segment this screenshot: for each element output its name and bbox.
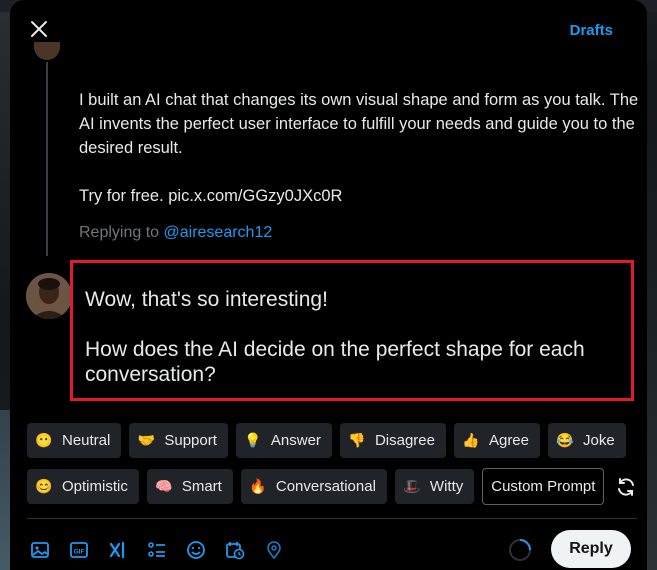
reply-modal: Drafts I built an AI chat that changes i… bbox=[10, 0, 647, 570]
close-button[interactable] bbox=[24, 14, 54, 44]
close-icon bbox=[31, 21, 47, 37]
tone-chip-label: Answer bbox=[270, 432, 321, 449]
tone-chip-label: Neutral bbox=[62, 432, 111, 449]
poll-icon bbox=[148, 542, 165, 557]
emoji-button[interactable] bbox=[184, 538, 208, 562]
tone-chip-answer[interactable]: 💡 Answer bbox=[235, 423, 332, 458]
tone-chip-witty[interactable]: 🎩 Witty bbox=[394, 469, 475, 504]
location-icon bbox=[267, 541, 281, 560]
tone-chip-agree[interactable]: 👍 Agree bbox=[453, 423, 540, 458]
neutral-emoji-icon: 😶 bbox=[35, 432, 53, 448]
tone-chip-label: Support bbox=[164, 432, 217, 449]
reply-line-1: Wow, that's so interesting! bbox=[85, 288, 328, 311]
conversational-emoji-icon: 🔥 bbox=[249, 478, 267, 494]
agree-emoji-icon: 👍 bbox=[462, 432, 480, 448]
tone-chip-label: Disagree bbox=[374, 432, 435, 449]
witty-emoji-icon: 🎩 bbox=[403, 478, 421, 494]
tweet-paragraph: I built an AI chat that changes its own … bbox=[79, 91, 639, 157]
reply-line-2: How does the AI decide on the perfect sh… bbox=[85, 338, 585, 386]
tone-chip-joke[interactable]: 😂 Joke bbox=[548, 423, 626, 458]
schedule-button[interactable] bbox=[223, 538, 247, 562]
optimistic-emoji-icon: 😊 bbox=[35, 478, 53, 494]
tone-chip-optimistic[interactable]: 😊 Optimistic bbox=[27, 469, 139, 504]
loading-spinner-icon bbox=[509, 539, 531, 561]
reply-compose-area[interactable]: Wow, that's so interesting! How does the… bbox=[70, 260, 634, 401]
tone-chip-disagree[interactable]: 👎 Disagree bbox=[339, 423, 446, 458]
replying-to-label: Replying to bbox=[79, 224, 164, 241]
grok-icon bbox=[109, 541, 125, 559]
chip-row-1: 😶 Neutral 🤝 Support 💡 Answer 👎 Disagree 👍 Agree 😂 J… bbox=[27, 423, 637, 458]
reply-text: Wow, that's so interesting! How does the… bbox=[85, 287, 625, 387]
answer-emoji-icon: 💡 bbox=[244, 432, 262, 448]
user-avatar[interactable] bbox=[26, 273, 72, 319]
tone-chip-label: Agree bbox=[488, 432, 529, 449]
thread-connector-line bbox=[46, 62, 48, 256]
location-button[interactable] bbox=[262, 538, 286, 562]
reply-button[interactable]: Reply bbox=[551, 530, 631, 568]
tone-chip-label: Conversational bbox=[275, 478, 376, 495]
tone-chip-neutral[interactable]: 😶 Neutral bbox=[27, 423, 122, 458]
compose-toolbar: GIF bbox=[28, 538, 286, 562]
modal-header: Drafts bbox=[10, 0, 647, 58]
schedule-icon bbox=[226, 542, 245, 560]
tone-chip-conversational[interactable]: 🔥 Conversational bbox=[240, 469, 387, 504]
tone-chip-label: Joke bbox=[583, 432, 615, 449]
tone-chip-label: Optimistic bbox=[62, 478, 128, 495]
gif-icon: GIF bbox=[70, 542, 88, 558]
custom-prompt-button[interactable]: Custom Prompt bbox=[482, 468, 605, 505]
tone-chip-support[interactable]: 🤝 Support bbox=[129, 423, 228, 458]
joke-emoji-icon: 😂 bbox=[556, 432, 574, 448]
gif-button[interactable]: GIF bbox=[67, 538, 91, 562]
avatar-image bbox=[26, 273, 72, 319]
tone-chip-smart[interactable]: 🧠 Smart bbox=[146, 469, 233, 504]
smart-emoji-icon: 🧠 bbox=[155, 478, 173, 494]
grok-button[interactable] bbox=[106, 538, 130, 562]
image-icon bbox=[31, 542, 49, 558]
replying-to-handle[interactable]: @airesearch12 bbox=[164, 224, 273, 241]
tone-chips: 😶 Neutral 🤝 Support 💡 Answer 👎 Disagree 👍 Agree 😂 J… bbox=[27, 423, 637, 515]
emoji-icon bbox=[187, 541, 205, 559]
tone-chip-label: Witty bbox=[429, 478, 464, 495]
disagree-emoji-icon: 👎 bbox=[348, 432, 366, 448]
replying-to: Replying to @airesearch12 bbox=[79, 224, 272, 242]
original-tweet-text: I built an AI chat that changes its own … bbox=[79, 88, 639, 208]
support-emoji-icon: 🤝 bbox=[137, 432, 156, 448]
drafts-link[interactable]: Drafts bbox=[570, 22, 613, 39]
chip-row-2: 😊 Optimistic 🧠 Smart 🔥 Conversational 🎩 Witty Cu… bbox=[27, 468, 637, 505]
refresh-button[interactable] bbox=[614, 472, 637, 502]
poll-button[interactable] bbox=[145, 538, 169, 562]
media-button[interactable] bbox=[28, 538, 52, 562]
tweet-link-line: Try for free. pic.x.com/GGzy0JXc0R bbox=[79, 187, 343, 205]
svg-text:GIF: GIF bbox=[74, 549, 85, 556]
refresh-icon bbox=[617, 477, 634, 496]
toolbar-divider bbox=[27, 518, 637, 519]
tone-chip-label: Smart bbox=[181, 478, 222, 495]
